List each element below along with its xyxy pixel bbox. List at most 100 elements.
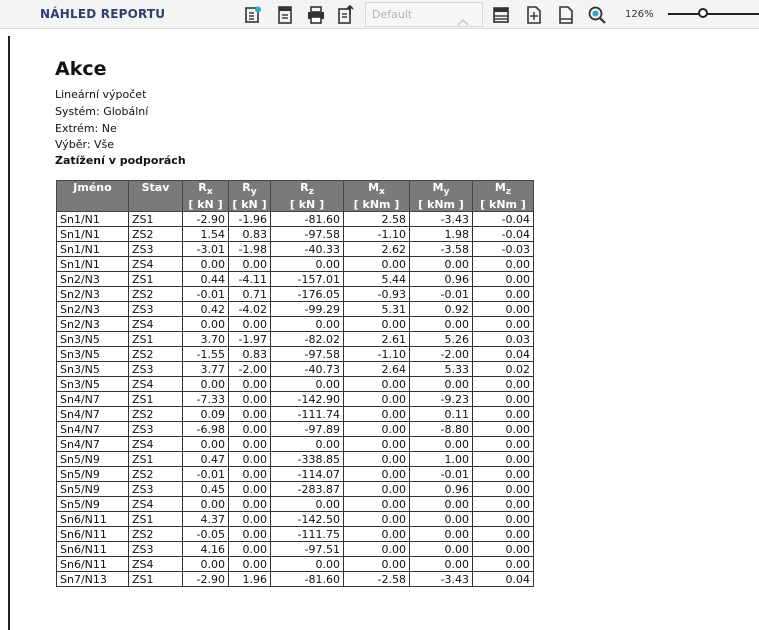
table-cell: 0.00 <box>228 556 271 573</box>
table-cell: 0.00 <box>228 496 271 513</box>
table-cell: Sn7/N13 <box>56 571 129 588</box>
col-header-mz: Mz [ kNm ] <box>472 179 534 213</box>
table-cell: ZS3 <box>128 241 183 258</box>
table-cell: 0.00 <box>472 556 534 573</box>
table-cell: 0.00 <box>409 526 473 543</box>
table-row: Sn3/N5 ZS1 3.70 -1.97 -82.02 2.61 5.26 0.03 <box>56 331 534 348</box>
table-cell: Sn4/N7 <box>56 391 129 408</box>
table-cell: -2.90 <box>182 211 229 228</box>
table-cell: 0.02 <box>472 361 534 378</box>
table-cell: Sn2/N3 <box>56 301 129 318</box>
table-cell: 2.61 <box>343 331 410 348</box>
table-cell: -3.58 <box>409 241 473 258</box>
table-cell: 0.00 <box>270 496 344 513</box>
table-cell: Sn2/N3 <box>56 286 129 303</box>
table-cell: 0.00 <box>409 436 473 453</box>
table-row: Sn6/N11 ZS3 4.16 0.00 -97.51 0.00 0.00 0.00 <box>56 541 534 558</box>
table-cell: ZS3 <box>128 361 183 378</box>
table-cell: 0.00 <box>409 496 473 513</box>
table-cell: -1.96 <box>228 211 271 228</box>
table-row: Sn5/N9 ZS3 0.45 0.00 -283.87 0.00 0.96 0.00 <box>56 481 534 498</box>
table-cell: 1.54 <box>182 226 229 243</box>
table-cell: 0.83 <box>228 346 271 363</box>
table-cell: Sn1/N1 <box>56 256 129 273</box>
report-sheet-icon[interactable] <box>275 5 295 25</box>
table-cell: Sn3/N5 <box>56 376 129 393</box>
table-cell: 0.71 <box>228 286 271 303</box>
table-cell: -0.01 <box>409 466 473 483</box>
support-reactions-table: Jméno Stav Rx [ kN ] Ry [ kN ] Rz [ kN ]… <box>56 179 534 588</box>
table-cell: 0.00 <box>228 256 271 273</box>
table-cell: 0.00 <box>228 466 271 483</box>
table-cell: -4.02 <box>228 301 271 318</box>
table-cell: -0.01 <box>182 466 229 483</box>
table-cell: 5.26 <box>409 331 473 348</box>
table-cell: -7.33 <box>182 391 229 408</box>
print-icon[interactable] <box>306 5 326 25</box>
table-row: Sn6/N11 ZS1 4.37 0.00 -142.50 0.00 0.00 0.00 <box>56 511 534 528</box>
table-cell: 2.64 <box>343 361 410 378</box>
report-style-combo[interactable]: Default <box>365 2 483 27</box>
table-row: Sn2/N3 ZS2 -0.01 0.71 -176.05 -0.93 -0.01 0.00 <box>56 286 534 303</box>
table-cell: ZS2 <box>128 526 183 543</box>
info-line-analysis: Lineární výpočet <box>55 88 147 101</box>
table-cell: 0.00 <box>472 256 534 273</box>
table-cell: -2.90 <box>182 571 229 588</box>
zoom-slider-track[interactable] <box>668 13 759 15</box>
table-cell: Sn4/N7 <box>56 406 129 423</box>
table-cell: 0.11 <box>409 406 473 423</box>
table-cell: Sn1/N1 <box>56 211 129 228</box>
table-row: Sn1/N1 ZS3 -3.01 -1.98 -40.33 2.62 -3.58 -0.03 <box>56 241 534 258</box>
table-cell: -0.93 <box>343 286 410 303</box>
table-cell: 0.00 <box>182 436 229 453</box>
table-cell: ZS2 <box>128 466 183 483</box>
section-title: Zatížení v podporách <box>55 154 186 167</box>
table-cell: ZS1 <box>128 211 183 228</box>
table-cell: ZS4 <box>128 556 183 573</box>
report-settings-icon[interactable] <box>243 5 263 25</box>
table-cell: -3.43 <box>409 211 473 228</box>
table-row: Sn4/N7 ZS3 -6.98 0.00 -97.89 0.00 -8.80 0.00 <box>56 421 534 438</box>
table-cell: 1.00 <box>409 451 473 468</box>
table-cell: Sn5/N9 <box>56 496 129 513</box>
table-cell: -1.10 <box>343 346 410 363</box>
table-cell: 0.00 <box>343 541 410 558</box>
table-cell: -114.07 <box>270 466 344 483</box>
table-cell: 1.98 <box>409 226 473 243</box>
table-cell: 3.77 <box>182 361 229 378</box>
table-cell: -4.11 <box>228 271 271 288</box>
table-cell: 0.00 <box>228 451 271 468</box>
table-cell: 0.00 <box>409 541 473 558</box>
table-cell: Sn3/N5 <box>56 331 129 348</box>
table-row: Sn3/N5 ZS3 3.77 -2.00 -40.73 2.64 5.33 0.02 <box>56 361 534 378</box>
table-cell: -8.80 <box>409 421 473 438</box>
table-cell: 5.33 <box>409 361 473 378</box>
export-icon[interactable] <box>336 5 356 25</box>
table-cell: 0.00 <box>409 316 473 333</box>
table-row: Sn3/N5 ZS4 0.00 0.00 0.00 0.00 0.00 0.00 <box>56 376 534 393</box>
table-cell: 0.00 <box>343 316 410 333</box>
info-line-system: Systém: Globální <box>55 105 149 118</box>
table-cell: -3.43 <box>409 571 473 588</box>
table-cell: -81.60 <box>270 571 344 588</box>
table-cell: ZS4 <box>128 316 183 333</box>
page-icon[interactable] <box>556 5 576 25</box>
table-cell: Sn6/N11 <box>56 511 129 528</box>
table-cell: 0.00 <box>228 541 271 558</box>
table-cell: ZS1 <box>128 571 183 588</box>
zoom-icon[interactable] <box>587 5 607 25</box>
table-cell: Sn5/N9 <box>56 481 129 498</box>
zoom-slider-thumb[interactable] <box>698 8 708 18</box>
table-cell: Sn4/N7 <box>56 421 129 438</box>
table-cell: ZS3 <box>128 481 183 498</box>
table-cell: 0.00 <box>270 556 344 573</box>
table-cell: 0.83 <box>228 226 271 243</box>
table-cell: Sn6/N11 <box>56 541 129 558</box>
table-cell: 0.00 <box>343 451 410 468</box>
table-cell: 0.00 <box>343 526 410 543</box>
page-setup-icon[interactable] <box>524 5 544 25</box>
layout-icon[interactable] <box>491 5 511 25</box>
table-cell: -0.05 <box>182 526 229 543</box>
table-cell: -157.01 <box>270 271 344 288</box>
table-cell: 0.00 <box>228 526 271 543</box>
